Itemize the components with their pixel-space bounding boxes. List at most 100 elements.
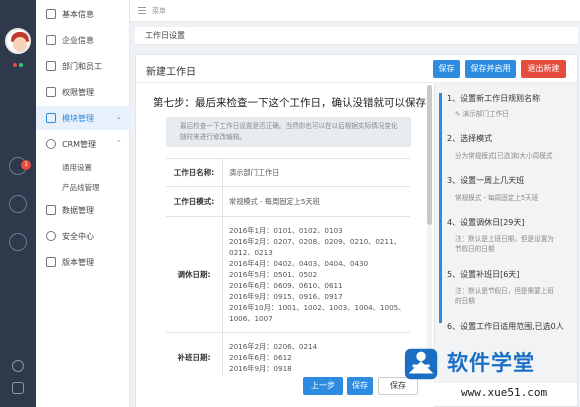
value-line: 1006、1007 [229, 314, 273, 323]
hint-line: 最后检查一下工作日设置是否正确。当然你也可以在以后根据实际情况变化 [180, 122, 398, 130]
content-scrollbar[interactable] [427, 85, 432, 377]
prev-step-button[interactable]: 上一步 [303, 377, 343, 395]
page-title: 工作日设置 [135, 27, 578, 45]
step-desc-line: 节假日的日期 [455, 245, 495, 253]
value-line: 2016年5月：0501、0502 [229, 270, 318, 279]
top-bar: 菜单 [130, 0, 580, 22]
crm-icon [46, 139, 56, 149]
sidebar-item-security[interactable]: 安全中心 [36, 224, 130, 248]
sidebar-item-departments[interactable]: 部门和员工 [36, 54, 130, 78]
step-desc: 分为常规模式[已选]和大小周模式 [455, 152, 553, 160]
row-label: 工作日模式: [166, 187, 223, 216]
sidebar: 基本信息 企业信息 部门和员工 权限管理 模块管理 ⌄ CRM管理 ⌃ 通用设置… [36, 0, 130, 407]
building-icon [46, 35, 56, 45]
value-line: 2016年9月：0918 [229, 364, 292, 373]
step-desc-text: 演示部门工作日 [462, 110, 509, 118]
exit-new-button[interactable]: 退出新建 [521, 60, 566, 78]
value-line: 演示部门工作日 [229, 168, 280, 177]
steps-panel: 1、设置新工作日规则名称 ✎ 演示部门工作日 2、选择模式 分为常规模式[已选]… [434, 83, 577, 383]
avatar-face [13, 37, 27, 52]
step-desc-line: 注：默认是上班日期，但是设置为 [455, 235, 554, 243]
apps-icon[interactable] [9, 233, 27, 251]
sidebar-item-label: 模块管理 [62, 113, 94, 123]
sidebar-item-label: 权限管理 [62, 87, 94, 97]
value-line: 2016年9月：0915、0916、0917 [229, 292, 343, 301]
sidebar-item-version[interactable]: 版本管理 [36, 250, 130, 274]
home-icon [46, 9, 56, 19]
sidebar-item-label: 版本管理 [62, 257, 94, 267]
step-desc-line: 注：默认是节假日，但是需要上班 [455, 287, 554, 295]
table-row: 工作日模式: 常规模式 - 每周固定上5天班 [166, 187, 410, 217]
step-item-6[interactable]: 6、设置工作日适用范围,已选0人 [447, 321, 564, 332]
chevron-down-icon: ⌄ [116, 113, 122, 121]
value-line: 2016年6月：0612 [229, 353, 292, 362]
value-line: 2016年2月：0206、0214 [229, 342, 318, 351]
watermark-url: www.xue51.com [461, 386, 548, 399]
card-header: 新建工作日 保存 保存并启用 退出新建 [136, 55, 577, 83]
table-row: 工作日名称: 演示部门工作日 [166, 159, 410, 187]
menu-label[interactable]: 菜单 [152, 6, 166, 16]
avatar[interactable] [5, 28, 31, 54]
message-badge: 1 [21, 160, 31, 170]
step-item-3[interactable]: 3、设置一周上几天班 [447, 175, 524, 186]
value-line: 2016年10月：1001、1002、1003、1004、1005、 [229, 303, 406, 312]
step-desc: ✎ 演示部门工作日 [455, 109, 509, 119]
step-desc-line: 的日期 [455, 297, 475, 305]
sidebar-item-permissions[interactable]: 权限管理 [36, 80, 130, 104]
status-dot-green [19, 63, 23, 67]
bottom-actions: 上一步 保存 保存 [136, 375, 433, 407]
card-title: 新建工作日 [146, 67, 196, 78]
sidebar-item-label: 数据管理 [62, 205, 94, 215]
bottom-save-button[interactable]: 保存 [347, 377, 373, 395]
sidebar-item-label: 部门和员工 [62, 61, 102, 71]
step-item-5[interactable]: 5、设置补班日[6天] [447, 269, 519, 280]
sidebar-item-label: 安全中心 [62, 231, 94, 241]
modules-icon [46, 113, 56, 123]
sidebar-subitem-general-settings[interactable]: 通用设置 [62, 162, 92, 173]
step-item-4[interactable]: 4、设置调休日[29天] [447, 217, 525, 228]
save-button[interactable]: 保存 [433, 60, 460, 78]
step-item-1[interactable]: 1、设置新工作日规则名称 [447, 93, 540, 104]
save-enable-button[interactable]: 保存并启用 [465, 60, 516, 78]
chevron-up-icon: ⌃ [116, 139, 122, 147]
value-line: 常规模式 - 每周固定上5天班 [229, 197, 320, 206]
step-desc: 注：默认是上班日期，但是设置为 节假日的日期 [455, 234, 554, 254]
row-label: 工作日名称: [166, 159, 223, 186]
shield-icon [46, 231, 56, 241]
sidebar-item-label: CRM管理 [62, 139, 97, 149]
menu-icon[interactable] [138, 7, 146, 14]
left-rail: 1 [0, 0, 36, 407]
step-item-2[interactable]: 2、选择模式 [447, 133, 492, 144]
sidebar-item-label: 企业信息 [62, 35, 94, 45]
step-desc: 常规模式 - 每周固定上5天班 [455, 194, 539, 202]
contacts-icon[interactable] [9, 195, 27, 213]
people-icon [46, 61, 56, 71]
row-value: 2016年1月：0101、0102、0103 2016年2月：0207、0208… [229, 217, 410, 332]
sidebar-item-basic-info[interactable]: 基本信息 [36, 2, 130, 26]
watermark-logo-icon [404, 348, 438, 380]
sidebar-item-modules[interactable]: 模块管理 ⌄ [36, 106, 130, 130]
app-root: 1 基本信息 企业信息 部门和员工 权限管理 模块管理 ⌄ CRM管理 ⌃ 通用… [0, 0, 580, 407]
sidebar-item-crm[interactable]: CRM管理 ⌃ [36, 132, 130, 156]
version-icon [46, 257, 56, 267]
sidebar-item-company-info[interactable]: 企业信息 [36, 28, 130, 52]
sidebar-item-label: 基本信息 [62, 9, 94, 19]
hint-note: 最后检查一下工作日设置是否正确。当然你也可以在以后根据实际情况变化 随时来进行修… [166, 117, 411, 147]
hint-line: 随时来进行修改编辑。 [180, 133, 246, 141]
grid-icon[interactable] [12, 382, 24, 394]
watermark-brand: 软件学堂 [447, 351, 535, 375]
status-dot-red [13, 63, 17, 67]
row-value: 常规模式 - 每周固定上5天班 [229, 187, 410, 216]
value-line: 2016年6月：0609、0610、0611 [229, 281, 343, 290]
sidebar-subitem-product-lines[interactable]: 产品线管理 [62, 182, 100, 193]
step-heading: 第七步：最后来检查一下这个工作日，确认没错就可以保存 [153, 97, 426, 109]
value-line: 2016年4月：0402、0403、0404、0430 [229, 259, 369, 268]
scrollbar-thumb[interactable] [427, 85, 432, 225]
pencil-icon: ✎ [455, 110, 463, 118]
chart-icon [46, 205, 56, 215]
settings-icon[interactable] [12, 360, 24, 372]
summary-table: 工作日名称: 演示部门工作日 工作日模式: 常规模式 - 每周固定上5天班 调休… [166, 158, 410, 382]
table-row: 调休日期: 2016年1月：0101、0102、0103 2016年2月：020… [166, 217, 410, 333]
value-line: 0212、0213 [229, 248, 273, 257]
sidebar-item-data[interactable]: 数据管理 [36, 198, 130, 222]
